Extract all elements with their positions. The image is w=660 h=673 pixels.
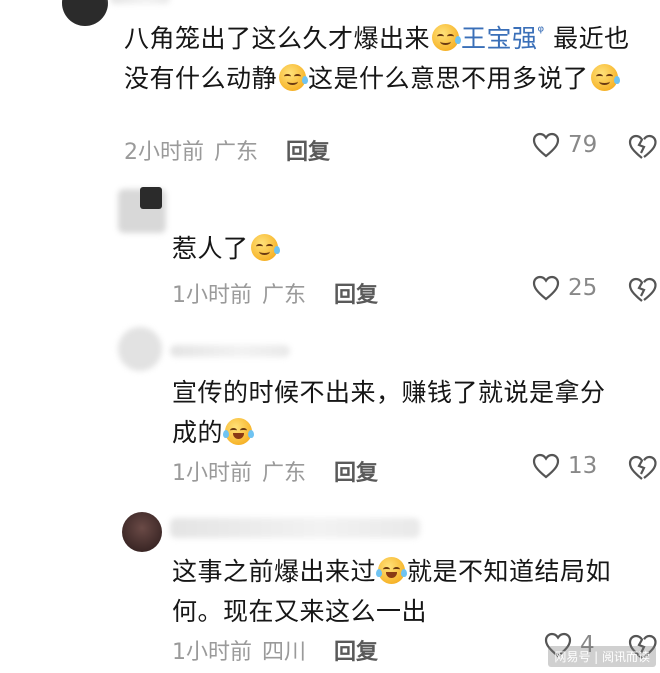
comment-3: 宣传的时候不出来，赚钱了就说是拿分成的 1小时前 广东 回复 13 xyxy=(0,315,660,500)
comment-time: 1小时前 xyxy=(172,640,252,665)
avatar[interactable] xyxy=(122,512,162,552)
like-count: 79 xyxy=(568,132,598,158)
dislike-icon[interactable] xyxy=(628,277,658,303)
comment-time: 1小时前 xyxy=(172,461,252,486)
username-blurred xyxy=(110,0,170,4)
comment-meta: 1小时前 广东 回复 xyxy=(172,277,378,309)
mention-link[interactable]: 王宝强 xyxy=(461,24,538,53)
dislike-icon[interactable] xyxy=(628,455,658,481)
like-button[interactable]: 79 xyxy=(532,132,597,158)
reply-button[interactable]: 回复 xyxy=(334,461,378,486)
comment-text-part: 这是什么意思不用多说了 xyxy=(308,64,589,93)
sweat-smile-emoji xyxy=(279,64,309,91)
comment-text-part: 这事之前爆出来过 xyxy=(172,557,377,586)
reply-button[interactable]: 回复 xyxy=(334,283,378,308)
heart-outline-icon xyxy=(532,275,560,301)
comment-1: 八角笼出了这么久才爆出来 王宝强ᵠ 最近也没有什么动静 这是什么意思不用多说了 2小… xyxy=(0,0,660,175)
sweat-smile-emoji xyxy=(590,64,620,91)
reply-button[interactable]: 回复 xyxy=(286,140,330,165)
comment-region: 广东 xyxy=(262,461,307,486)
sweat-smile-emoji xyxy=(250,234,280,261)
like-button[interactable]: 25 xyxy=(532,275,597,301)
comment-region: 四川 xyxy=(262,640,307,665)
comment-meta: 1小时前 广东 回复 xyxy=(172,455,378,487)
avatar-blurred xyxy=(118,327,162,371)
comment-text: 八角笼出了这么久才爆出来 王宝强ᵠ 最近也没有什么动静 这是什么意思不用多说了 xyxy=(124,12,654,99)
reply-button[interactable]: 回复 xyxy=(334,640,378,665)
like-count: 13 xyxy=(568,453,598,479)
sweat-smile-emoji xyxy=(432,24,462,51)
comment-region: 广东 xyxy=(262,283,307,308)
like-button[interactable]: 13 xyxy=(532,453,597,479)
username-blurred xyxy=(170,345,290,357)
search-icon: ᵠ xyxy=(537,22,545,41)
heart-outline-icon xyxy=(532,132,560,158)
comment-time: 2小时前 xyxy=(124,140,204,165)
avatar[interactable] xyxy=(140,187,162,209)
comment-2: 惹人了 1小时前 广东 回复 25 xyxy=(0,175,660,315)
comment-text-part: 惹人了 xyxy=(172,234,249,263)
username-blurred xyxy=(170,518,420,538)
heart-outline-icon xyxy=(532,453,560,479)
comment-text-part: 八角笼出了这么久才爆出来 xyxy=(124,24,431,53)
comment-text: 惹人了 xyxy=(172,229,642,269)
avatar[interactable] xyxy=(62,0,108,26)
tears-of-joy-emoji xyxy=(223,418,255,445)
dislike-icon[interactable] xyxy=(628,134,658,160)
watermark: 网易号 | 阅讯而读 xyxy=(548,646,656,667)
comment-text: 宣传的时候不出来，赚钱了就说是拿分成的 xyxy=(172,373,612,453)
comment-text: 这事之前爆出来过 就是不知道结局如何。现在又来这么一出 xyxy=(172,552,642,632)
comment-meta: 2小时前 广东 回复 xyxy=(124,134,330,166)
like-count: 25 xyxy=(568,275,598,301)
tears-of-joy-emoji xyxy=(376,557,408,584)
comment-time: 1小时前 xyxy=(172,283,252,308)
comment-meta: 1小时前 四川 回复 xyxy=(172,634,378,666)
comment-region: 广东 xyxy=(214,140,259,165)
